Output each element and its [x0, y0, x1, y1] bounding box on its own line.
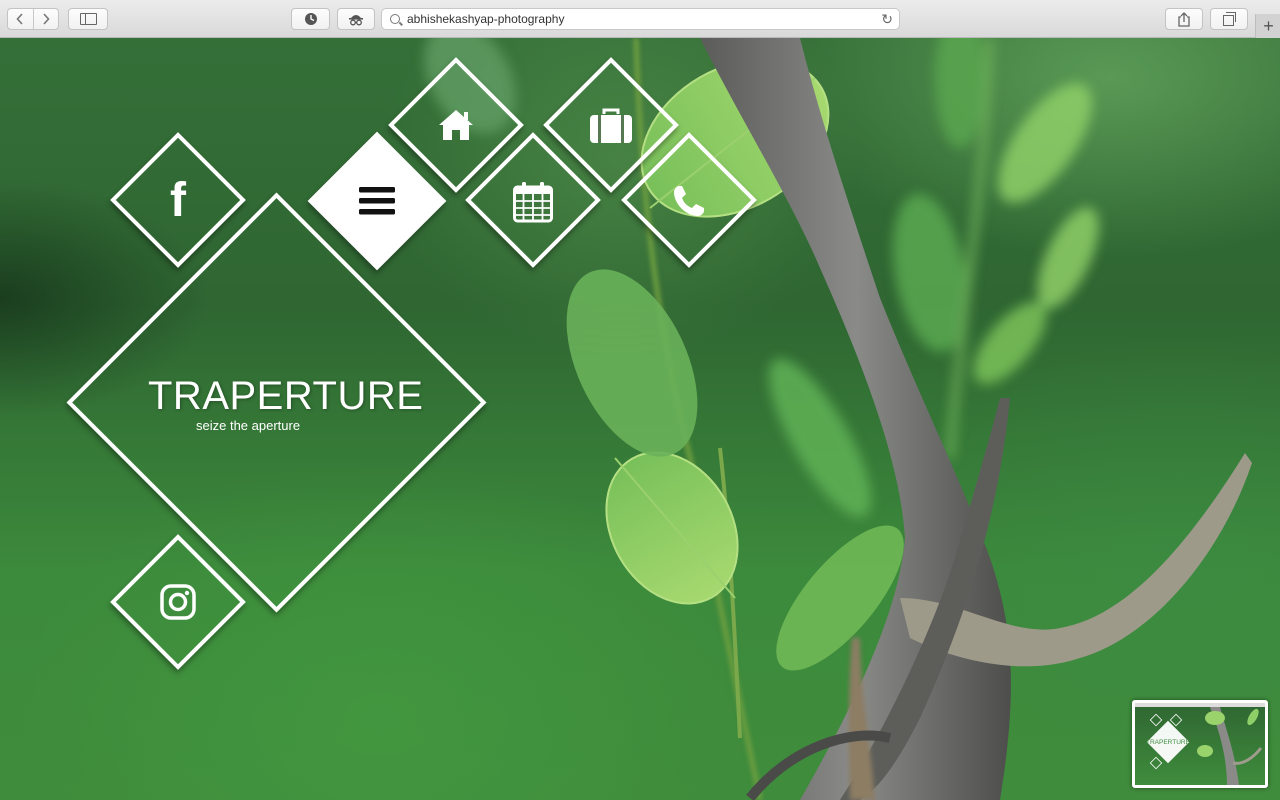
page-thumbnail[interactable]: TRAPERTURE	[1132, 700, 1268, 788]
back-forward-group	[7, 8, 59, 30]
share-icon	[1178, 11, 1190, 27]
logo[interactable]: TRAPERTURE seize the aperture	[148, 374, 424, 433]
sidebar-toggle-button[interactable]	[68, 8, 108, 30]
hamburger-menu-icon	[359, 187, 395, 215]
home-icon	[439, 110, 473, 140]
browser-toolbar: abhishekashyap-photography ↻ +	[0, 0, 1280, 38]
reload-icon[interactable]: ↻	[881, 11, 893, 28]
show-tabs-button[interactable]	[1210, 8, 1248, 30]
contact-link[interactable]	[670, 182, 708, 220]
tabs-icon	[1222, 11, 1236, 26]
private-browsing-button[interactable]	[337, 8, 375, 30]
calendar-icon	[513, 182, 553, 223]
facebook-link[interactable]: f	[158, 174, 198, 227]
site-title: TRAPERTURE	[148, 374, 424, 418]
chevron-right-icon[interactable]	[32, 9, 59, 29]
instagram-link[interactable]	[158, 582, 198, 622]
address-bar[interactable]: abhishekashyap-photography ↻	[381, 8, 900, 30]
history-button[interactable]	[291, 8, 330, 30]
clock-icon	[304, 13, 317, 25]
new-tab-button[interactable]: +	[1255, 14, 1280, 38]
events-link[interactable]	[512, 180, 554, 224]
share-button[interactable]	[1165, 8, 1203, 30]
phone-icon	[674, 186, 704, 216]
url-text: abhishekashyap-photography	[407, 12, 565, 26]
search-icon	[390, 14, 400, 24]
private-spy-icon	[349, 15, 363, 26]
site-tagline: seize the aperture	[196, 418, 301, 433]
instagram-icon	[160, 584, 196, 620]
home-link[interactable]	[436, 106, 476, 144]
facebook-icon: f	[170, 174, 186, 227]
thumbnail-title: TRAPERTURE	[1146, 739, 1191, 746]
menu-button[interactable]	[357, 184, 397, 218]
thumbnail-preview-image: TRAPERTURE	[1135, 703, 1265, 785]
chevron-left-icon[interactable]	[8, 9, 33, 29]
sidebar-icon	[79, 13, 97, 25]
portfolio-link[interactable]	[589, 106, 633, 146]
briefcase-icon	[590, 108, 632, 143]
